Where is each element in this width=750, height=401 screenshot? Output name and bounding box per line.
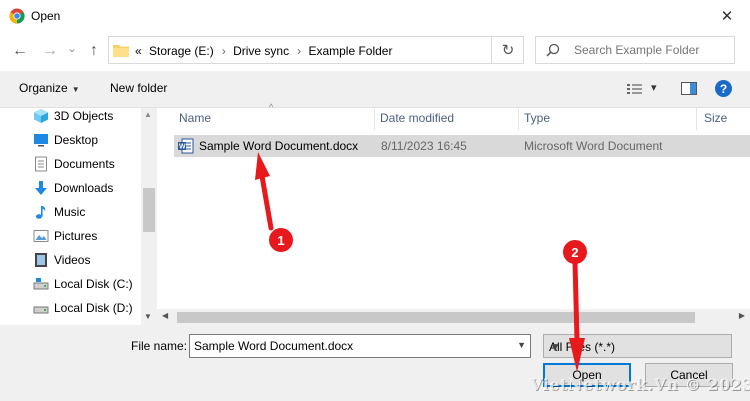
sidebar-item-label: Downloads [54, 181, 114, 195]
title-bar: Open ✕ [0, 0, 750, 31]
file-type: Microsoft Word Document [524, 139, 663, 153]
sidebar-item-documents[interactable]: Documents [33, 154, 115, 174]
new-folder-label: New folder [110, 81, 168, 95]
preview-pane-icon[interactable] [681, 82, 697, 95]
dropdown-arrow-icon: ▼ [71, 85, 80, 94]
documents-icon [35, 156, 47, 172]
search-box[interactable] [535, 36, 735, 64]
column-header-size[interactable]: Size [699, 108, 750, 130]
search-icon [546, 43, 560, 57]
filename-combobox[interactable]: ▼ [189, 334, 531, 358]
sidebar-item-label: 3D Objects [54, 109, 114, 123]
column-header-date-modified[interactable]: Date modified [375, 108, 518, 130]
svg-text:W: W [179, 144, 186, 151]
forward-button[interactable]: → [38, 39, 62, 63]
sidebar-item-label: Music [54, 205, 86, 219]
up-arrow-icon: ↑ [90, 42, 98, 59]
back-arrow-icon: ← [12, 42, 28, 59]
pictures-icon [33, 230, 49, 242]
recent-locations-button[interactable]: ⌄ [64, 36, 80, 60]
refresh-icon: ↻ [501, 42, 515, 59]
breadcrumb-example-folder[interactable]: Example Folder [308, 44, 392, 58]
file-date: 8/11/2023 16:45 [381, 139, 467, 153]
breadcrumb-separator[interactable]: › [297, 44, 301, 58]
filetype-select[interactable]: All Files (*.*) ▼ [543, 334, 732, 358]
up-button[interactable]: ↑ [83, 39, 105, 63]
column-header-type[interactable]: Type [519, 108, 696, 130]
sidebar-item-local-disk-d[interactable]: Local Disk (D:) [33, 298, 133, 318]
scroll-down-icon[interactable]: ▼ [144, 312, 152, 321]
column-label: Size [704, 111, 728, 125]
address-bar[interactable]: « Storage (E:) › Drive sync › Example Fold… [108, 36, 524, 64]
chrome-icon [9, 8, 25, 24]
horizontal-scrollbar[interactable]: ◀ ▶ [157, 309, 750, 326]
breadcrumb-separator[interactable]: › [222, 44, 226, 58]
sidebar-item-label: Desktop [54, 133, 99, 147]
scroll-left-icon[interactable]: ◀ [162, 311, 168, 320]
organize-button[interactable]: Organize ▼ [19, 81, 80, 95]
watermark: VietNetwork.Vn © 2023 [530, 375, 750, 394]
sidebar-item-desktop[interactable]: Desktop [33, 130, 98, 150]
desktop-icon [34, 134, 48, 147]
filename-label: File name: [131, 339, 188, 353]
drive-c-icon [33, 278, 49, 290]
table-row[interactable]: W Sample Word Document.docx 8/11/2023 16… [174, 135, 750, 157]
column-label: Name [179, 111, 212, 125]
scrollbar-thumb[interactable] [177, 312, 695, 323]
sidebar-item-3d-objects[interactable]: 3D Objects [33, 106, 113, 126]
organize-label: Organize [19, 81, 68, 95]
folder-icon [113, 45, 129, 57]
new-folder-button[interactable]: New folder [110, 81, 167, 95]
chevron-down-icon[interactable]: ▼ [517, 340, 526, 350]
sidebar-item-music[interactable]: Music [33, 202, 85, 222]
forward-arrow-icon: → [42, 42, 58, 59]
breadcrumb-storage[interactable]: Storage (E:) [149, 44, 214, 58]
word-document-icon: W [178, 138, 194, 154]
downloads-icon [35, 181, 47, 195]
breadcrumb: « Storage (E:) › Drive sync › Example Fold… [135, 44, 396, 58]
sidebar-item-label: Documents [54, 157, 115, 171]
close-button[interactable]: ✕ [704, 0, 750, 31]
view-list-icon[interactable] [627, 83, 643, 95]
chevron-down-icon: ▼ [549, 340, 561, 354]
column-header-name[interactable]: Name ^ [174, 102, 374, 130]
sidebar-item-downloads[interactable]: Downloads [33, 178, 113, 198]
help-icon: ? [719, 81, 728, 96]
scroll-up-icon[interactable]: ▲ [144, 110, 152, 119]
command-toolbar: Organize ▼ New folder ▾ ? [0, 71, 750, 107]
sort-ascending-icon: ^ [269, 102, 274, 112]
filename-input[interactable] [194, 339, 504, 353]
refresh-button[interactable]: ↻ [491, 36, 524, 64]
help-button[interactable]: ? [715, 80, 732, 97]
sidebar-item-label: Local Disk (D:) [54, 301, 133, 315]
window-title: Open [31, 9, 61, 23]
main-content: 3D Objects Desktop Documents Downloads M… [0, 102, 750, 326]
column-label: Type [524, 111, 551, 125]
cube-icon [34, 109, 48, 123]
file-name: Sample Word Document.docx [199, 139, 359, 153]
sidebar-item-videos[interactable]: Videos [33, 250, 90, 270]
column-label: Date modified [380, 111, 455, 125]
column-divider[interactable] [696, 108, 697, 130]
close-icon: ✕ [720, 7, 734, 25]
breadcrumb-overflow[interactable]: « [135, 44, 142, 58]
sidebar-item-label: Local Disk (C:) [54, 277, 133, 291]
chevron-down-icon: ⌄ [67, 42, 77, 55]
scrollbar-thumb[interactable] [143, 188, 155, 232]
sidebar-scrollbar[interactable]: ▲ ▼ [141, 108, 157, 326]
back-button[interactable]: ← [8, 39, 32, 63]
sidebar-item-pictures[interactable]: Pictures [33, 226, 97, 246]
view-dropdown-icon[interactable]: ▾ [651, 81, 657, 94]
music-icon [36, 206, 46, 219]
search-input[interactable] [574, 42, 724, 58]
breadcrumb-drive-sync[interactable]: Drive sync [233, 44, 289, 58]
scroll-right-icon[interactable]: ▶ [739, 311, 745, 320]
navigation-pane: 3D Objects Desktop Documents Downloads M… [0, 108, 157, 326]
file-list: Name ^ Date modified Type Size W Sample … [174, 102, 750, 326]
sidebar-item-local-disk-c[interactable]: Local Disk (C:) [33, 274, 133, 294]
videos-icon [35, 253, 47, 267]
sidebar-item-label: Videos [54, 253, 91, 267]
sidebar-item-label: Pictures [54, 229, 98, 243]
drive-d-icon [33, 306, 49, 314]
